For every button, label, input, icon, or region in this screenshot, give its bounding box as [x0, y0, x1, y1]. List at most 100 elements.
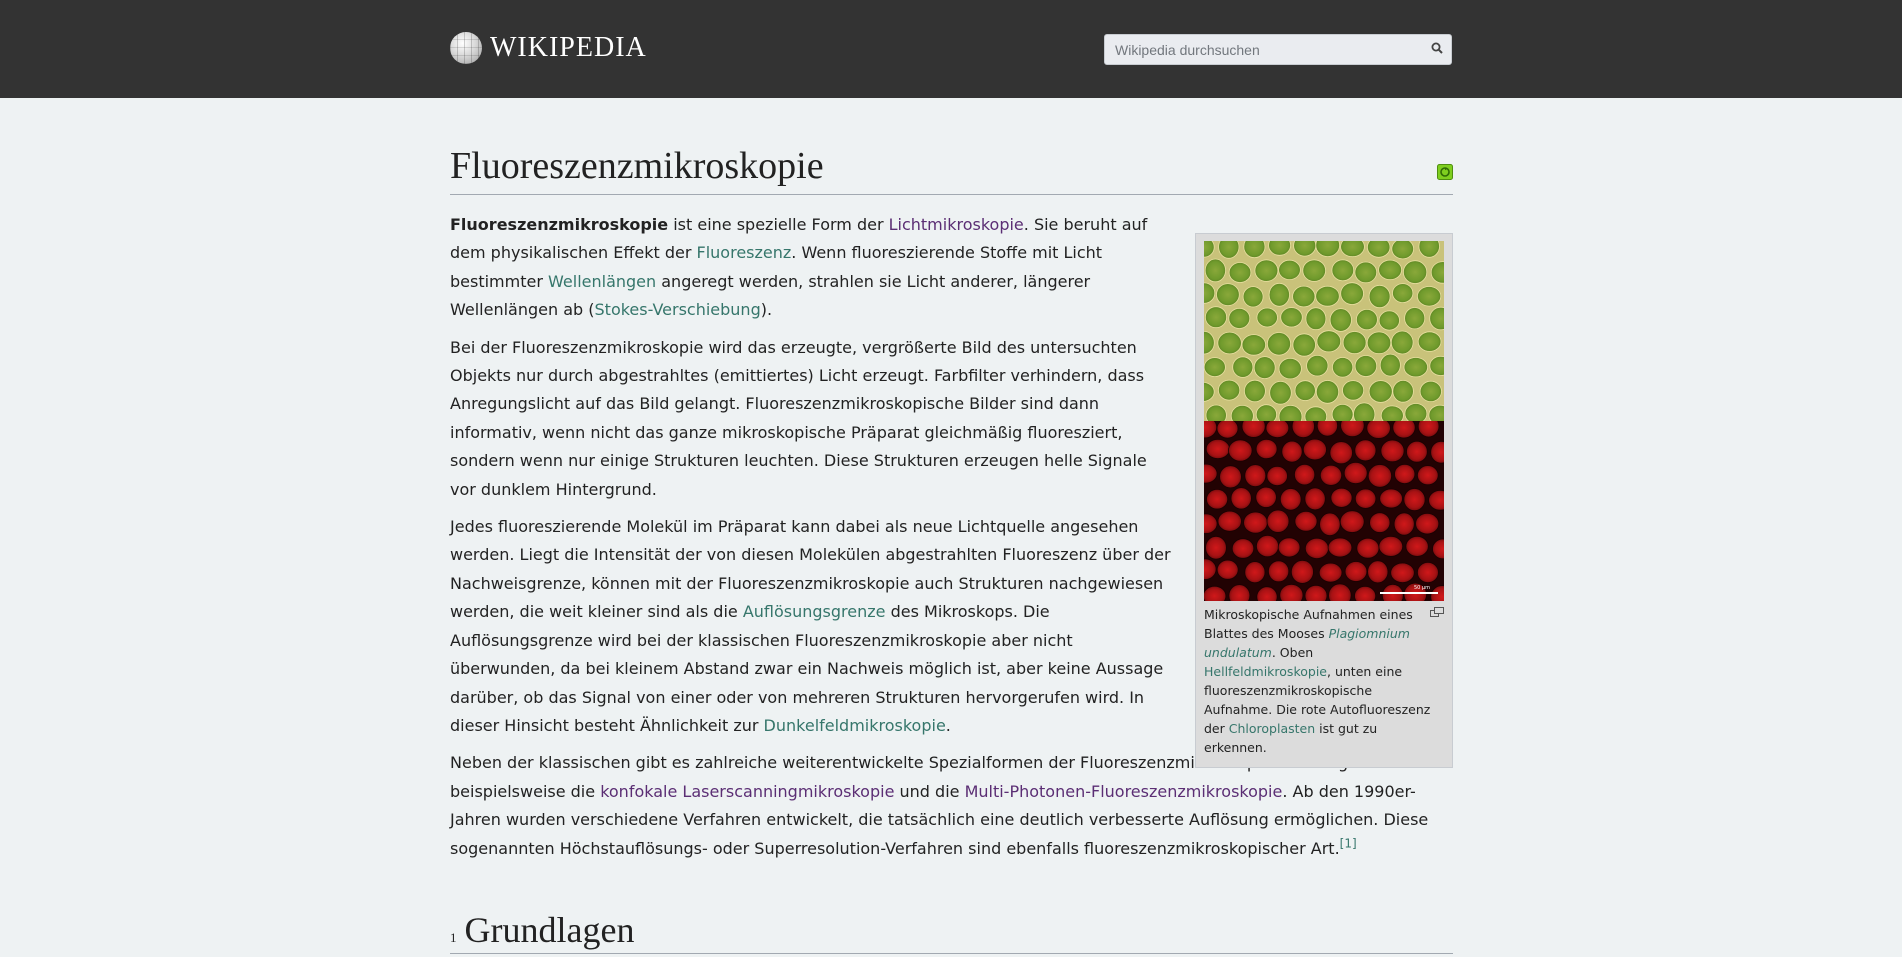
link-aufloesungsgrenze[interactable]: Auflösungsgrenze: [743, 602, 886, 621]
cell-shape: [1244, 379, 1266, 403]
cell-shape: [1278, 357, 1302, 380]
cell-shape: [1380, 405, 1404, 421]
cell-shape: [1354, 488, 1377, 509]
cell-shape: [1379, 353, 1401, 377]
figure-caption: Mikroskopische Aufnahmen eines Blattes d…: [1204, 605, 1444, 757]
scale-bar: [1380, 592, 1438, 594]
cell-shape: [1206, 488, 1229, 510]
cell-shape: [1416, 561, 1439, 583]
cell-shape: [1403, 488, 1426, 512]
top-header: WIKIPEDIA: [0, 0, 1902, 98]
cell-shape: [1256, 307, 1278, 328]
paragraph-intro: Fluoreszenzmikroskopie ist eine speziell…: [450, 215, 1148, 320]
bold-term: Fluoreszenzmikroskopie: [450, 215, 669, 234]
link-wellenlaengen[interactable]: Wellenlängen: [548, 272, 656, 291]
search-box[interactable]: [1104, 34, 1452, 65]
cell-shape: [1379, 488, 1403, 509]
caption-link-chloroplasten[interactable]: Chloroplasten: [1229, 721, 1315, 736]
cell-shape: [1392, 283, 1414, 303]
cell-shape: [1417, 331, 1442, 352]
caption-link-hellfeld[interactable]: Hellfeldmikroskopie: [1204, 664, 1327, 679]
cell-shape: [1378, 259, 1403, 281]
cell-shape: [1280, 307, 1303, 328]
cell-shape: [1241, 334, 1267, 356]
section-number: 1: [450, 930, 457, 945]
brightfield-micrograph[interactable]: [1204, 241, 1444, 421]
link-lichtmikroskopie[interactable]: Lichtmikroskopie: [889, 215, 1024, 234]
cell-shape: [1204, 357, 1226, 377]
cell-shape: [1279, 488, 1302, 511]
cell-shape: [1330, 487, 1353, 508]
cell-shape: [1290, 559, 1314, 584]
cell-shape: [1228, 439, 1253, 462]
cell-shape: [1367, 464, 1392, 488]
cell-shape: [1281, 440, 1303, 463]
cell-shape: [1217, 510, 1242, 532]
cell-shape: [1268, 282, 1290, 307]
cell-shape: [1315, 285, 1340, 307]
cell-shape: [1255, 438, 1278, 460]
cell-shape: [1316, 330, 1342, 353]
cell-shape: [1277, 537, 1301, 558]
cell-shape: [1255, 404, 1277, 421]
link-dunkelfeldmikroskopie[interactable]: Dunkelfeldmikroskopie: [764, 716, 946, 735]
reference-link-1[interactable]: [1]: [1340, 836, 1357, 850]
cell-shape: [1267, 332, 1292, 356]
cell-shape: [1394, 464, 1416, 485]
page-title: Fluoreszenzmikroskopie: [450, 145, 824, 187]
cell-shape: [1417, 465, 1439, 486]
link-fluoreszenz[interactable]: Fluoreszenz: [697, 243, 792, 262]
cell-shape: [1216, 283, 1240, 306]
wikipedia-logo[interactable]: WIKIPEDIA: [450, 32, 647, 64]
cell-shape: [1340, 282, 1364, 305]
search-icon[interactable]: [1431, 42, 1443, 54]
link-multi-photonen-fluoreszenzmikroskopie[interactable]: Multi-Photonen-Fluoreszenzmikroskopie: [965, 782, 1283, 801]
cell-shape: [1253, 356, 1276, 379]
article-content: Fluoreszenzmikroskopie 50 µm Mikroskopis…: [450, 98, 1453, 954]
cell-shape: [1228, 307, 1251, 329]
search-input[interactable]: [1105, 41, 1425, 58]
caption-text: . Oben: [1271, 645, 1314, 660]
cell-shape: [1217, 331, 1242, 355]
cell-shape: [1415, 512, 1440, 535]
cell-shape: [1278, 259, 1301, 281]
cell-shape: [1342, 380, 1365, 401]
cell-shape: [1343, 462, 1368, 485]
cell-shape: [1266, 509, 1290, 533]
cell-shape: [1268, 560, 1290, 583]
cell-shape: [1218, 379, 1241, 401]
cell-shape: [1329, 308, 1352, 332]
section-heading-grundlagen: 1 Grundlagen: [450, 909, 1453, 954]
cell-shape: [1340, 241, 1365, 258]
cell-shape: [1304, 487, 1326, 511]
fluorescence-micrograph[interactable]: 50 µm: [1204, 421, 1444, 601]
link-konfokale-laserscanningmikroskopie[interactable]: konfokale Laserscanningmikroskopie: [600, 782, 894, 801]
cell-shape: [1304, 537, 1329, 560]
main-text: Fluoreszenzmikroskopie ist eine speziell…: [450, 211, 1428, 863]
protection-icon[interactable]: [1437, 164, 1453, 180]
cell-shape: [1368, 380, 1393, 403]
cell-shape: [1302, 259, 1326, 282]
enlarge-icon[interactable]: [1430, 607, 1444, 617]
cell-shape: [1219, 465, 1242, 489]
cell-shape: [1319, 512, 1341, 537]
paragraph-3: Jedes fluoreszierende Molekül im Präpara…: [450, 517, 1171, 735]
cell-shape: [1292, 285, 1316, 308]
cell-shape: [1353, 402, 1376, 421]
cell-shape: [1405, 536, 1429, 557]
link-stokes-verschiebung[interactable]: Stokes-Verschiebung: [595, 300, 761, 319]
cell-shape: [1216, 559, 1239, 580]
cell-shape: [1319, 464, 1343, 486]
cell-shape: [1390, 562, 1415, 584]
cell-shape: [1391, 241, 1414, 260]
cell-shape: [1306, 354, 1329, 377]
cell-shape: [1205, 535, 1227, 560]
cell-shape: [1318, 562, 1343, 583]
wikipedia-globe-icon: [450, 32, 482, 64]
cell-shape: [1354, 355, 1378, 377]
cell-shape: [1231, 538, 1255, 559]
cell-shape: [1294, 463, 1316, 486]
cell-shape: [1205, 438, 1230, 460]
cell-shape: [1327, 537, 1353, 558]
cell-shape: [1339, 510, 1365, 533]
